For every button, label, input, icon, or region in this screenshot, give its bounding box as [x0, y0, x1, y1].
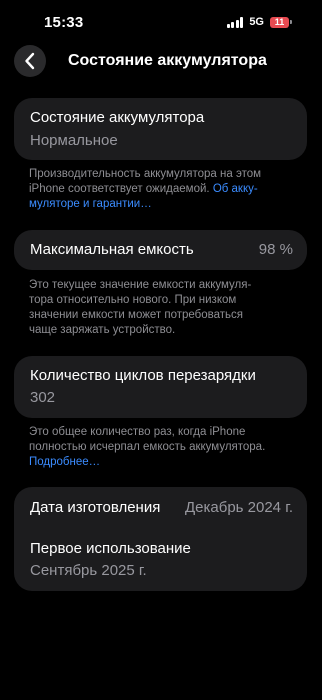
max-capacity-note: Это текущее значение емкости аккумуля- т… [29, 278, 299, 338]
note-line: Это текущее значение емкости аккумуля- [29, 279, 252, 291]
back-button[interactable] [14, 45, 46, 77]
max-capacity-value: 98 % [258, 241, 293, 258]
battery-cap [290, 20, 292, 24]
status-indicators: 5G 11 [226, 16, 292, 28]
max-capacity-label: Максимальная емкость [30, 241, 194, 258]
cellular-signal-icon [226, 16, 244, 28]
note-line: тора относительно нового. При низком [29, 294, 237, 306]
note-line: Производительность аккумулятора на этом [29, 168, 262, 180]
first-use-value: Сентябрь 2025 г. [30, 562, 147, 579]
chevron-left-icon [25, 52, 35, 70]
network-type: 5G [249, 16, 264, 28]
battery-health-title: Состояние аккумулятора [30, 109, 205, 126]
battery-health-note: Производительность аккумулятора на этом … [29, 167, 299, 212]
navigation-bar: Состояние аккумулятора [0, 44, 322, 80]
cycle-count-card: Количество циклов перезарядки 302 [14, 356, 307, 418]
battery-warranty-link[interactable]: Об акку- [213, 183, 258, 195]
more-info-link[interactable]: Подробнее… [29, 455, 299, 470]
note-line: Это общее количество раз, когда iPhone [29, 426, 246, 438]
cycle-count-label: Количество циклов перезарядки [30, 367, 256, 384]
battery-icon: 11 [270, 16, 292, 28]
note-line: значении емкости может потребоваться [29, 309, 244, 321]
status-time: 15:33 [44, 14, 84, 31]
battery-health-card: Состояние аккумулятора Нормальное [14, 98, 307, 160]
note-line: iPhone соответствует ожидаемой. Об акку- [29, 182, 299, 197]
max-capacity-card: Максимальная емкость 98 % [14, 230, 307, 270]
battery-warranty-link-continued[interactable]: муляторе и гарантии… [29, 197, 299, 212]
first-use-label: Первое использование [30, 540, 191, 557]
cycle-count-value: 302 [30, 389, 56, 406]
manufacture-date-label: Дата изготовления [30, 499, 161, 516]
note-text: iPhone соответствует ожидаемой. [29, 183, 210, 195]
page-title: Состояние аккумулятора [68, 52, 267, 69]
note-line: чаще заряжать устройство. [29, 324, 176, 336]
battery-level: 11 [270, 16, 289, 28]
status-bar: 15:33 5G 11 [0, 0, 322, 46]
dates-card: Дата изготовления Декабрь 2024 г. Первое… [14, 487, 307, 591]
manufacture-date-value: Декабрь 2024 г. [185, 499, 293, 516]
note-line: полностью исчерпал емкость аккумулятора. [29, 441, 266, 453]
battery-health-status: Нормальное [30, 132, 118, 149]
cycle-count-note: Это общее количество раз, когда iPhone п… [29, 425, 299, 470]
